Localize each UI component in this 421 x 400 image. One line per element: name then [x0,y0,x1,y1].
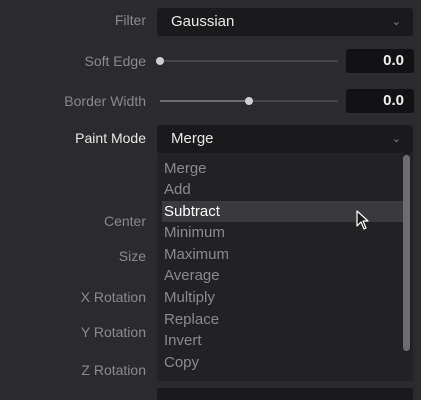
menu-item-invert[interactable]: Invert [162,330,403,351]
y-rotation-label: Y Rotation [80,324,146,340]
soft-edge-label: Soft Edge [84,53,147,69]
border-width-value-field[interactable]: 0.0 [346,89,414,113]
paint-mode-value: Merge [171,130,214,147]
menu-item-maximum[interactable]: Maximum [162,244,403,265]
filter-dropdown[interactable]: Gaussian ⌄ [157,8,413,36]
soft-edge-value-field[interactable]: 0.0 [346,49,414,73]
soft-edge-slider-knob[interactable] [156,57,164,65]
mouse-pointer-icon [356,210,370,235]
menu-item-replace[interactable]: Replace [162,309,403,330]
size-label: Size [118,248,146,264]
border-width-slider-fill [160,100,249,102]
x-rotation-label: X Rotation [80,289,146,305]
paint-mode-label: Paint Mode [75,130,146,146]
border-width-slider[interactable] [160,97,338,105]
z-rotation-label: Z Rotation [81,362,146,378]
filter-label: Filter [114,12,146,28]
border-width-label: Border Width [64,93,146,109]
menu-item-average[interactable]: Average [162,265,403,286]
paint-mode-dropdown[interactable]: Merge ⌄ [157,125,413,153]
soft-edge-slider[interactable] [156,57,338,65]
paint-mode-menu[interactable]: Merge Add Subtract Minimum Maximum Avera… [157,153,413,381]
chevron-down-icon: ⌄ [391,133,401,145]
menu-item-merge[interactable]: Merge [162,158,403,179]
center-label: Center [103,213,146,229]
chevron-down-icon: ⌄ [391,16,401,28]
border-width-slider-knob[interactable] [245,97,253,105]
menu-scrollbar[interactable] [403,155,410,351]
menu-item-multiply[interactable]: Multiply [162,287,403,308]
menu-item-copy[interactable]: Copy [162,352,403,373]
menu-item-add[interactable]: Add [162,179,403,200]
filter-value: Gaussian [171,13,235,30]
next-field-edge [157,388,413,400]
